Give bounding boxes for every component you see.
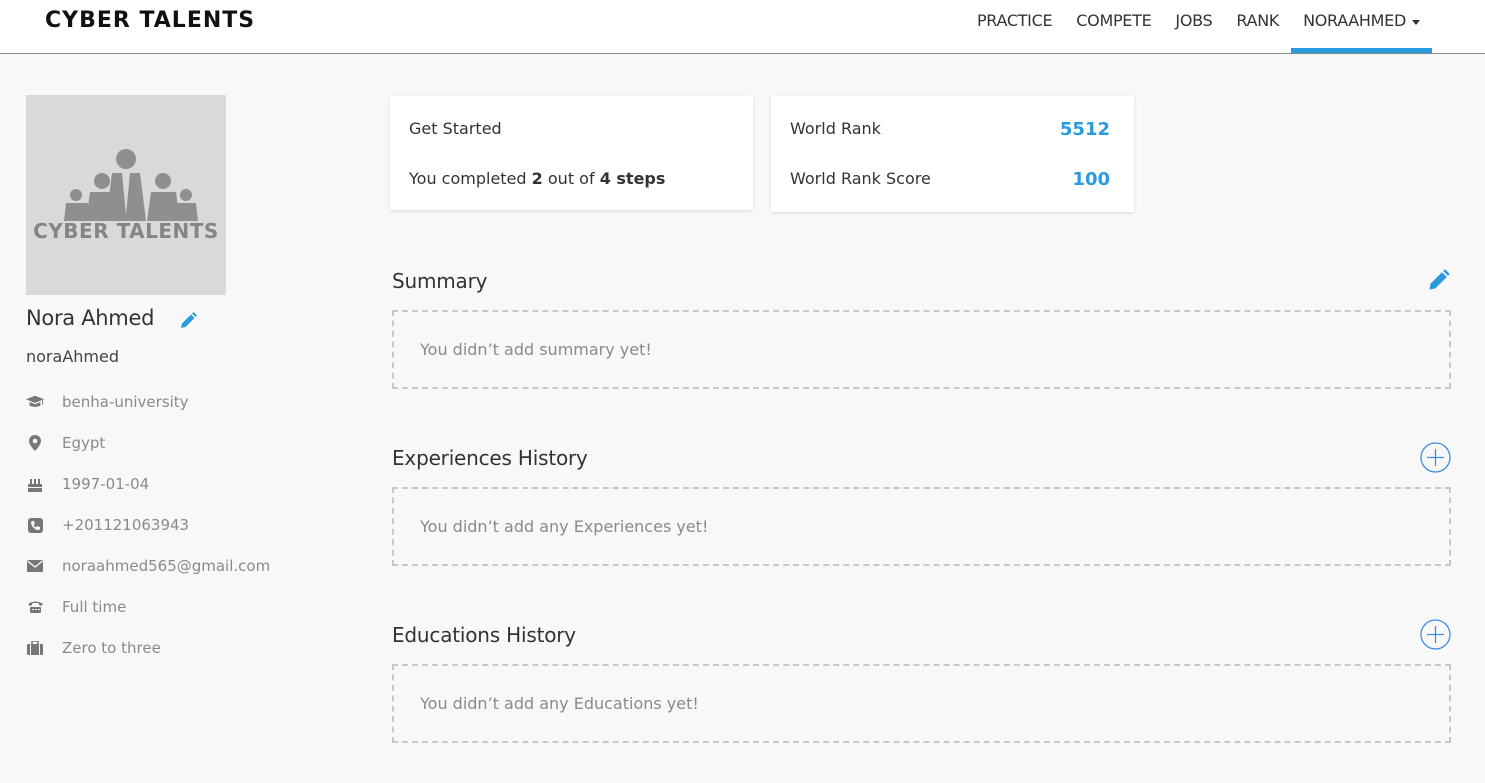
brand-logo[interactable]: CYBER TALENTS	[45, 8, 255, 33]
add-education-plus-icon[interactable]	[1420, 619, 1451, 650]
user-menu-label: NORAAHMED	[1303, 11, 1406, 30]
people-silhouette-icon	[64, 149, 198, 221]
avatar: CYBER TALENTS	[26, 95, 226, 295]
steps-progress-text: You completed 2 out of 4 steps	[409, 169, 666, 188]
detail-work-type: Full time	[26, 596, 126, 618]
educations-title: Educations History	[392, 623, 576, 647]
detail-email: noraahmed565@gmail.com	[26, 555, 270, 577]
work-type-icon	[26, 598, 44, 616]
top-navbar: CYBER TALENTS PRACTICE COMPETE JOBS RANK…	[0, 0, 1485, 54]
summary-empty-text: You didn’t add summary yet!	[420, 340, 652, 359]
main-nav: PRACTICE COMPETE JOBS RANK NORAAHMED	[965, 0, 1432, 53]
nav-rank[interactable]: RANK	[1224, 0, 1291, 53]
briefcase-icon	[26, 639, 44, 657]
phone-icon	[26, 516, 44, 534]
steps-total: 4 steps	[599, 169, 666, 188]
world-rank-card: World Rank 5512 World Rank Score 100	[771, 96, 1134, 212]
summary-empty-box: You didn’t add summary yet!	[392, 310, 1451, 389]
detail-country: Egypt	[26, 432, 105, 454]
get-started-card: Get Started You completed 2 out of 4 ste…	[390, 96, 753, 210]
nav-jobs[interactable]: JOBS	[1163, 0, 1224, 53]
detail-phone: +201121063943	[26, 514, 189, 536]
educations-empty-box: You didn’t add any Educations yet!	[392, 664, 1451, 743]
nav-practice[interactable]: PRACTICE	[965, 0, 1064, 53]
get-started-title: Get Started	[409, 119, 502, 138]
envelope-icon	[26, 557, 44, 575]
birthday-cake-icon	[26, 475, 44, 493]
edit-summary-pencil-icon[interactable]	[1427, 268, 1451, 292]
nav-compete[interactable]: COMPETE	[1064, 0, 1163, 53]
profile-username: noraAhmed	[26, 347, 119, 366]
edit-profile-pencil-icon[interactable]	[178, 311, 198, 331]
world-rank-value: 5512	[1059, 119, 1110, 140]
steps-completed-count: 2	[531, 169, 543, 188]
experiences-empty-text: You didn’t add any Experiences yet!	[420, 517, 709, 536]
profile-name: Nora Ahmed	[26, 306, 155, 330]
world-rank-label: World Rank	[790, 119, 881, 138]
map-marker-icon	[26, 434, 44, 452]
detail-university: benha-university	[26, 391, 189, 413]
user-menu-dropdown[interactable]: NORAAHMED	[1291, 0, 1432, 53]
graduation-cap-icon	[26, 393, 44, 411]
experiences-empty-box: You didn’t add any Experiences yet!	[392, 487, 1451, 566]
avatar-logo-text: CYBER TALENTS	[33, 219, 219, 243]
summary-title: Summary	[392, 269, 488, 293]
detail-birthdate: 1997-01-04	[26, 473, 149, 495]
educations-empty-text: You didn’t add any Educations yet!	[420, 694, 699, 713]
experiences-title: Experiences History	[392, 446, 588, 470]
add-experience-plus-icon[interactable]	[1420, 442, 1451, 473]
world-rank-score-value: 100	[1072, 169, 1110, 190]
caret-down-icon	[1412, 20, 1420, 25]
world-rank-score-label: World Rank Score	[790, 169, 931, 188]
detail-experience: Zero to three	[26, 637, 161, 659]
